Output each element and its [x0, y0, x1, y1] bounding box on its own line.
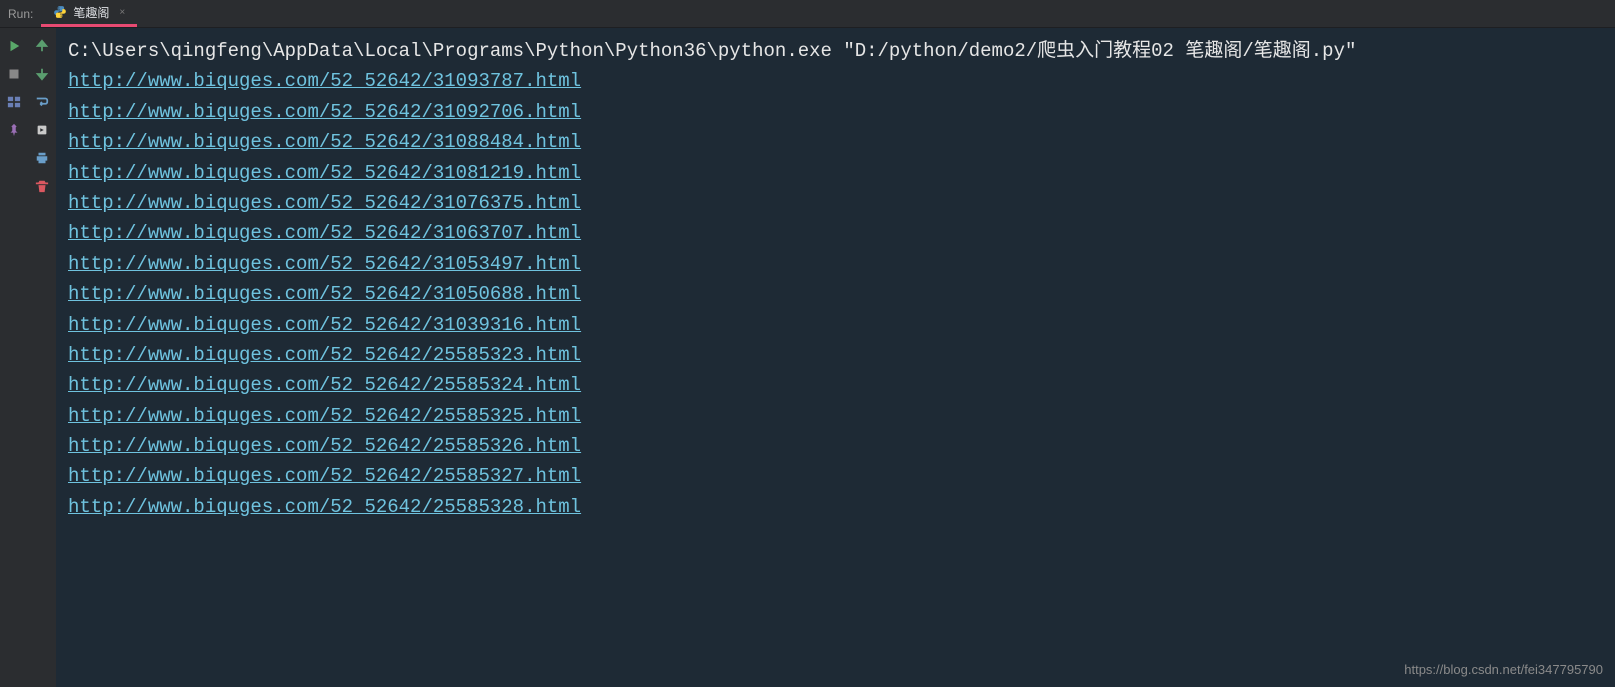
- console-link[interactable]: http://www.biquges.com/52_52642/31063707…: [68, 222, 581, 244]
- run-header: Run: 笔趣阁 ×: [0, 0, 1615, 28]
- down-arrow-icon[interactable]: [32, 64, 52, 84]
- run-label: Run:: [0, 7, 41, 21]
- console-gutter: [28, 28, 56, 687]
- console-output[interactable]: C:\Users\qingfeng\AppData\Local\Programs…: [56, 28, 1615, 687]
- content-wrapper: C:\Users\qingfeng\AppData\Local\Programs…: [0, 28, 1615, 687]
- console-link[interactable]: http://www.biquges.com/52_52642/31092706…: [68, 101, 581, 123]
- python-icon: [53, 5, 67, 19]
- console-link[interactable]: http://www.biquges.com/52_52642/31053497…: [68, 253, 581, 275]
- console-link[interactable]: http://www.biquges.com/52_52642/31093787…: [68, 70, 581, 92]
- scroll-to-end-icon[interactable]: [32, 120, 52, 140]
- run-button[interactable]: [4, 36, 24, 56]
- layout-button[interactable]: [4, 92, 24, 112]
- console-link[interactable]: http://www.biquges.com/52_52642/31076375…: [68, 192, 581, 214]
- stop-button[interactable]: [4, 64, 24, 84]
- print-icon[interactable]: [32, 148, 52, 168]
- console-link[interactable]: http://www.biquges.com/52_52642/31039316…: [68, 314, 581, 336]
- console-link[interactable]: http://www.biquges.com/52_52642/25585324…: [68, 374, 581, 396]
- console-command-line: C:\Users\qingfeng\AppData\Local\Programs…: [68, 36, 1603, 66]
- console-link[interactable]: http://www.biquges.com/52_52642/31081219…: [68, 162, 581, 184]
- run-tab[interactable]: 笔趣阁 ×: [41, 0, 137, 27]
- console-link[interactable]: http://www.biquges.com/52_52642/31088484…: [68, 131, 581, 153]
- console-link[interactable]: http://www.biquges.com/52_52642/25585327…: [68, 465, 581, 487]
- trash-icon[interactable]: [32, 176, 52, 196]
- watermark: https://blog.csdn.net/fei347795790: [1404, 662, 1603, 677]
- pin-button[interactable]: [4, 120, 24, 140]
- console-link[interactable]: http://www.biquges.com/52_52642/25585325…: [68, 405, 581, 427]
- soft-wrap-icon[interactable]: [32, 92, 52, 112]
- tab-title: 笔趣阁: [73, 4, 109, 21]
- console-link[interactable]: http://www.biquges.com/52_52642/31050688…: [68, 283, 581, 305]
- console-link[interactable]: http://www.biquges.com/52_52642/25585326…: [68, 435, 581, 457]
- console-link[interactable]: http://www.biquges.com/52_52642/25585323…: [68, 344, 581, 366]
- run-sidebar: [0, 28, 28, 687]
- close-icon[interactable]: ×: [115, 7, 125, 18]
- console-link[interactable]: http://www.biquges.com/52_52642/25585328…: [68, 496, 581, 518]
- up-arrow-icon[interactable]: [32, 36, 52, 56]
